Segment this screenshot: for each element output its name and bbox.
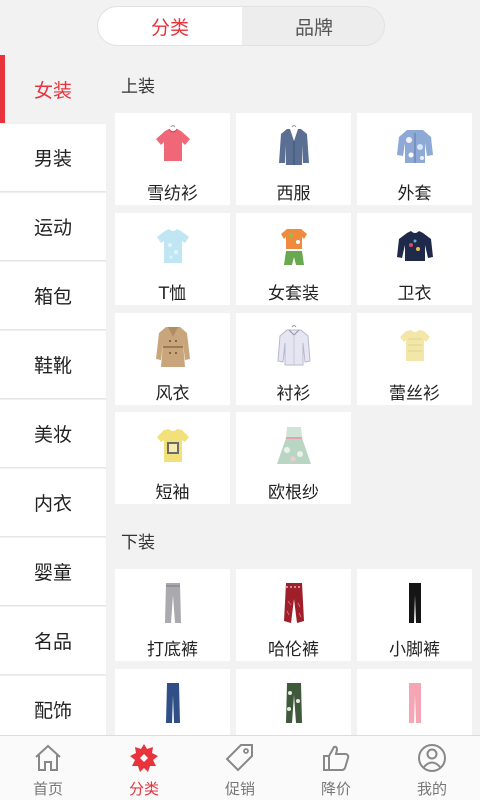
sidebar-item-label: 女装 — [33, 79, 72, 102]
category-item-jeans[interactable] — [115, 669, 230, 735]
category-item-label: 蕾丝衫 — [389, 384, 440, 404]
category-item-label: 衬衫 — [276, 384, 311, 404]
sidebar-item-label: 配饰 — [33, 700, 72, 722]
jeans-icon — [166, 683, 180, 723]
sidebar-item-beauty[interactable]: 美妆 — [0, 400, 106, 468]
sidebar-item-label: 婴童 — [33, 562, 72, 584]
blazer-icon — [279, 125, 309, 165]
section-title-bottoms: 下装 — [121, 533, 155, 553]
nav-label: 促销 — [224, 780, 255, 798]
category-item-label: 哈伦裤 — [268, 640, 319, 660]
sidebar-item-men[interactable]: 男装 — [0, 124, 106, 192]
category-item-women-suit[interactable]: 女套装 — [236, 213, 351, 305]
sidebar-item-shoes[interactable]: 鞋靴 — [0, 331, 106, 399]
category-item-jacket[interactable]: 外套 — [357, 113, 472, 205]
category-content: 上装 雪纺衫 西服 外套 T恤 女套装 卫衣 风衣 衬衫 蕾丝衫 短袖 欧根纱 … — [107, 55, 480, 735]
category-item-label: 西服 — [276, 184, 311, 204]
sidebar-item-women[interactable]: 女装 — [0, 55, 106, 123]
tshirt-icon — [157, 229, 189, 263]
sidebar-item-accessories[interactable]: 配饰 — [0, 676, 106, 735]
nav-label: 降价 — [320, 780, 351, 798]
trench-coat-icon — [156, 327, 190, 367]
nav-category[interactable]: 分类 — [96, 736, 192, 800]
category-item-short-sleeve[interactable]: 短袖 — [115, 412, 230, 504]
category-icon — [130, 744, 158, 772]
lace-top-icon — [400, 330, 430, 361]
nav-home[interactable]: 首页 — [0, 736, 96, 800]
header: 分类 品牌 — [0, 0, 480, 55]
thumbs-up-icon — [323, 745, 350, 771]
category-item-label: 小脚裤 — [389, 640, 440, 660]
pink-pants-icon — [409, 683, 421, 723]
sweatshirt-icon — [397, 231, 433, 261]
short-sleeve-icon — [157, 429, 189, 462]
category-item-sweatshirt[interactable]: 卫衣 — [357, 213, 472, 305]
category-item-leggings[interactable]: 打底裤 — [115, 569, 230, 661]
category-item-harem[interactable]: 哈伦裤 — [236, 569, 351, 661]
nav-promotion[interactable]: 促销 — [192, 736, 288, 800]
sidebar-item-label: 箱包 — [33, 286, 72, 308]
sidebar-item-luxury[interactable]: 名品 — [0, 607, 106, 675]
camo-pants-icon — [286, 683, 302, 723]
sidebar-item-label: 名品 — [33, 631, 72, 653]
bottom-navigation: 首页 分类 促销 降价 我的 — [0, 735, 480, 800]
tab-category[interactable]: 分类 — [98, 7, 242, 45]
sidebar-item-bags[interactable]: 箱包 — [0, 262, 106, 330]
organza-dress-icon — [277, 427, 311, 464]
category-item-label: 外套 — [397, 184, 432, 204]
category-item-label: 欧根纱 — [268, 483, 319, 503]
nav-price-drop[interactable]: 降价 — [288, 736, 384, 800]
sidebar-item-label: 内衣 — [33, 493, 72, 515]
category-item-trench[interactable]: 风衣 — [115, 313, 230, 405]
category-item-tshirt[interactable]: T恤 — [115, 213, 230, 305]
skinny-pants-icon — [409, 583, 421, 623]
category-item-label: 雪纺衫 — [147, 184, 198, 204]
sidebar-item-sports[interactable]: 运动 — [0, 193, 106, 261]
chiffon-shirt-icon — [156, 125, 190, 161]
category-item-camo-pants[interactable] — [236, 669, 351, 735]
category-item-label: 女套装 — [268, 284, 319, 304]
harem-pants-icon — [284, 583, 304, 623]
user-icon — [418, 744, 446, 772]
category-sidebar: 女装 男装 运动 箱包 鞋靴 美妆 内衣 婴童 名品 配饰 — [0, 55, 107, 735]
tag-icon — [225, 744, 253, 772]
nav-label: 分类 — [128, 780, 159, 798]
category-item-shirt[interactable]: 衬衫 — [236, 313, 351, 405]
sidebar-item-underwear[interactable]: 内衣 — [0, 469, 106, 537]
sidebar-item-kids[interactable]: 婴童 — [0, 538, 106, 606]
category-brand-switch: 分类 品牌 — [97, 6, 385, 46]
women-suit-icon — [281, 229, 307, 265]
category-item-label: 短袖 — [155, 483, 190, 503]
category-item-lace-top[interactable]: 蕾丝衫 — [357, 313, 472, 405]
leggings-icon — [165, 583, 181, 623]
category-item-label: 风衣 — [155, 384, 190, 404]
sidebar-item-label: 男装 — [33, 148, 72, 170]
category-item-organza[interactable]: 欧根纱 — [236, 412, 351, 504]
category-item-label: 打底裤 — [147, 640, 198, 660]
category-item-label: 卫衣 — [397, 284, 432, 304]
active-indicator — [0, 55, 5, 123]
shirt-icon — [277, 325, 311, 366]
category-item-chiffon[interactable]: 雪纺衫 — [115, 113, 230, 205]
nav-label: 我的 — [416, 780, 447, 798]
home-icon — [35, 744, 61, 771]
section-title-tops: 上装 — [121, 77, 155, 97]
category-item-skinny[interactable]: 小脚裤 — [357, 569, 472, 661]
sidebar-item-label: 美妆 — [33, 424, 72, 446]
category-item-pink-pants[interactable] — [357, 669, 472, 735]
sidebar-item-label: 运动 — [33, 217, 72, 239]
jacket-icon — [397, 130, 433, 163]
category-item-blazer[interactable]: 西服 — [236, 113, 351, 205]
tab-brand[interactable]: 品牌 — [242, 7, 384, 45]
nav-label: 首页 — [32, 780, 63, 798]
nav-mine[interactable]: 我的 — [384, 736, 480, 800]
sidebar-item-label: 鞋靴 — [33, 355, 72, 377]
category-item-label: T恤 — [158, 284, 187, 304]
